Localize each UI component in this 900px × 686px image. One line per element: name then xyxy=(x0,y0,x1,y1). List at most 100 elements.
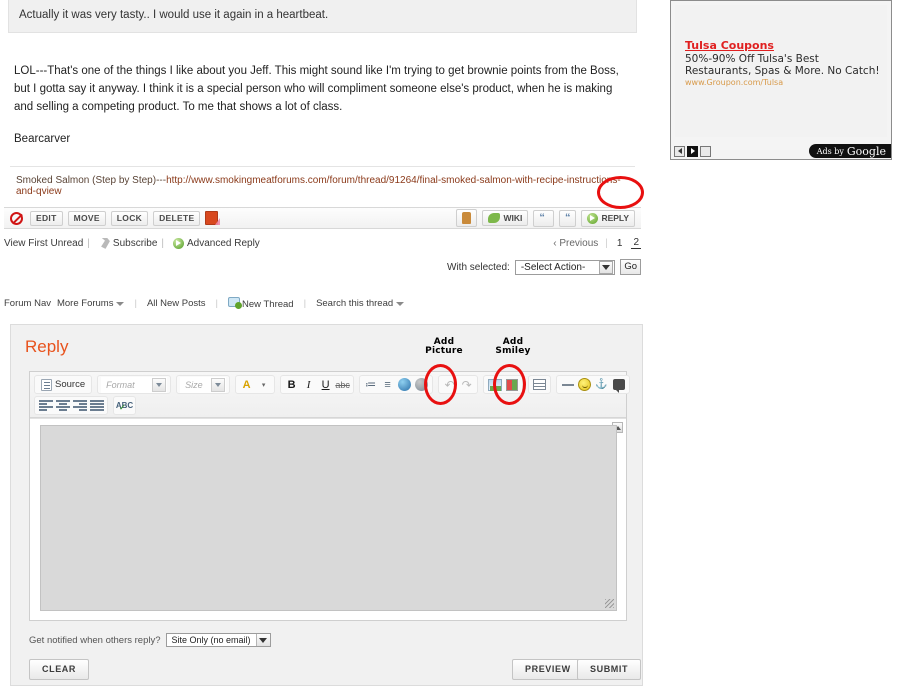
chevron-down-icon[interactable]: ▾ xyxy=(256,377,271,392)
notify-label: Get notified when others reply? xyxy=(29,635,161,646)
search-this-thread-menu[interactable]: Search this thread xyxy=(316,298,404,309)
size-dropdown[interactable]: Size xyxy=(180,377,226,393)
source-button[interactable]: Source xyxy=(38,379,88,391)
align-center-icon[interactable] xyxy=(55,398,70,413)
chevron-down-icon[interactable] xyxy=(211,378,225,392)
list-group: ≔ ≡ xyxy=(359,375,433,394)
annotation-add-picture: Add Picture xyxy=(417,338,471,357)
new-thread-label: New Thread xyxy=(242,299,294,310)
new-thread-link[interactable]: New Thread xyxy=(228,297,294,310)
ad-line-2: Restaurants, Spas & More. No Catch! xyxy=(685,65,880,77)
more-forums-menu[interactable]: More Forums xyxy=(57,298,124,309)
chevron-down-icon[interactable] xyxy=(599,261,613,274)
chevron-down-icon[interactable] xyxy=(152,378,166,392)
forum-nav-divider-1: | xyxy=(130,298,140,309)
insert-table-group xyxy=(528,375,551,394)
spellcheck-icon[interactable]: ABC xyxy=(117,398,132,413)
all-new-posts-link[interactable]: All New Posts xyxy=(147,298,206,309)
ads-by-label: Ads by xyxy=(817,147,844,156)
ad-next-icon[interactable] xyxy=(687,146,698,157)
pagination: ‹ Previous | 1 2 xyxy=(553,237,641,249)
source-label: Source xyxy=(55,379,85,390)
chevron-down-icon xyxy=(396,302,404,306)
italic-button[interactable]: I xyxy=(301,377,316,392)
editor-text-area[interactable] xyxy=(30,418,626,620)
resize-handle[interactable] xyxy=(605,599,614,608)
select-action-dropdown[interactable]: -Select Action- xyxy=(515,260,615,275)
reply-button[interactable]: REPLY xyxy=(581,210,635,227)
size-group: Size xyxy=(176,375,230,394)
submit-button[interactable]: SUBMIT xyxy=(577,659,641,680)
link-icon[interactable] xyxy=(397,377,412,392)
editor-toolbar-row-1: Source Format Size xyxy=(34,375,622,394)
insert-flash-icon[interactable] xyxy=(504,377,519,392)
subscribe-link[interactable]: Subscribe xyxy=(113,238,157,249)
bold-button[interactable]: B xyxy=(284,377,299,392)
quote-button[interactable]: “ xyxy=(559,210,577,227)
insert-table-icon[interactable] xyxy=(532,377,547,392)
quote-mark-icon: “ xyxy=(565,213,571,224)
ads-by-google-badge[interactable]: Ads by Google xyxy=(809,144,891,158)
wiki-button[interactable]: WIKI xyxy=(482,210,528,226)
multiquote-button[interactable]: “ xyxy=(533,210,554,227)
unlink-icon[interactable] xyxy=(414,377,429,392)
post-signoff: Bearcarver xyxy=(14,131,631,149)
edit-button[interactable]: EDIT xyxy=(30,211,63,226)
page-2-link[interactable]: 2 xyxy=(631,237,641,249)
text-color-icon[interactable]: A xyxy=(239,377,254,392)
lock-button[interactable]: LOCK xyxy=(111,211,148,226)
source-icon xyxy=(41,379,52,391)
horizontal-rule-icon[interactable] xyxy=(560,377,575,392)
preview-button[interactable]: PREVIEW xyxy=(512,659,584,680)
more-forums-label: More Forums xyxy=(57,298,113,309)
move-button[interactable]: MOVE xyxy=(68,211,106,226)
insert-image-icon[interactable] xyxy=(487,377,502,392)
go-button[interactable]: Go xyxy=(620,259,641,274)
ad-title-link[interactable]: Tulsa Coupons xyxy=(685,39,774,52)
no-entry-icon[interactable] xyxy=(10,212,23,225)
delete-button[interactable]: DELETE xyxy=(153,211,200,226)
forum-nav-label: Forum Nav xyxy=(4,298,51,309)
undo-icon[interactable]: ↶ xyxy=(442,377,457,392)
numbered-list-icon[interactable]: ≔ xyxy=(363,377,378,392)
notify-dropdown[interactable]: Site Only (no email) xyxy=(166,633,271,647)
post-action-bar: EDIT MOVE LOCK DELETE WIKI “ “ REPLY xyxy=(4,207,641,229)
ad-prev-icon[interactable] xyxy=(674,146,685,157)
thread-underbar: View First Unread | Subscribe | Advanced… xyxy=(4,235,641,251)
redo-icon[interactable]: ↷ xyxy=(459,377,474,392)
ad-display-url: www.Groupon.com/Tulsa xyxy=(685,78,783,87)
view-first-unread-link[interactable]: View First Unread xyxy=(4,238,83,249)
bulleted-list-icon[interactable]: ≡ xyxy=(380,377,395,392)
thumbs-up-button[interactable] xyxy=(456,209,477,227)
clear-button[interactable]: CLEAR xyxy=(29,659,89,680)
format-dropdown[interactable]: Format xyxy=(101,377,167,393)
insert-smiley-icon[interactable] xyxy=(577,377,592,392)
page-1-link[interactable]: 1 xyxy=(615,238,625,249)
pdf-icon[interactable] xyxy=(205,211,218,225)
with-selected-row: With selected: -Select Action- Go xyxy=(4,259,641,274)
editor-input[interactable] xyxy=(40,425,617,611)
ad-info-icon[interactable] xyxy=(700,146,711,157)
align-left-icon[interactable] xyxy=(38,398,53,413)
pager-divider: | xyxy=(605,238,608,249)
alignment-group xyxy=(34,396,108,415)
rich-text-editor: Source Format Size xyxy=(29,371,627,621)
with-selected-label: With selected: xyxy=(447,262,510,273)
underbar-divider-2: | xyxy=(157,238,168,249)
editor-toolbar: Source Format Size xyxy=(30,372,626,418)
insert-media-group xyxy=(483,375,523,394)
previous-page-link[interactable]: ‹ Previous xyxy=(553,238,598,249)
text-style-group: B I U abc xyxy=(280,375,354,394)
blockquote-icon[interactable] xyxy=(611,377,626,392)
align-right-icon[interactable] xyxy=(72,398,87,413)
align-justify-icon[interactable] xyxy=(89,398,104,413)
underline-button[interactable]: U xyxy=(318,377,333,392)
anchor-icon[interactable]: ⚓ xyxy=(594,377,609,392)
notify-value: Site Only (no email) xyxy=(167,635,256,645)
strikethrough-button[interactable]: abc xyxy=(335,377,350,392)
advanced-reply-link[interactable]: Advanced Reply xyxy=(187,238,260,249)
thread-column: Actually it was very tasty.. I would use… xyxy=(0,0,645,310)
chevron-down-icon[interactable] xyxy=(256,634,270,646)
reply-form-panel: Reply Source Format xyxy=(10,324,643,686)
quote-text: Actually it was very tasty.. I would use… xyxy=(19,9,328,21)
